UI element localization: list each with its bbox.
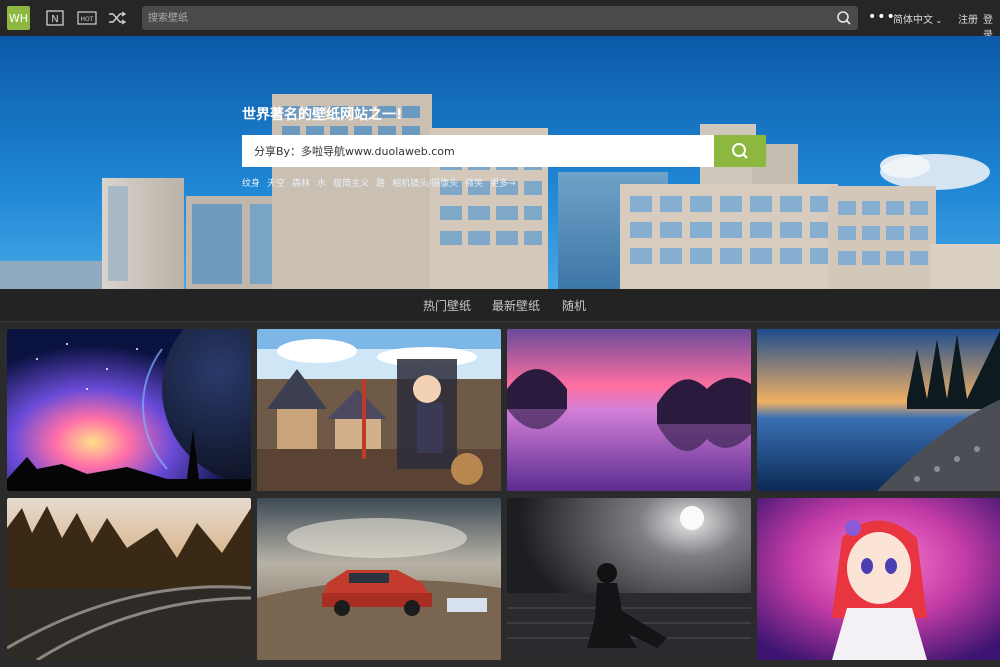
wallpaper-grid: [0, 322, 1000, 667]
wallpaper-thumbnail[interactable]: [257, 498, 501, 660]
tag-link[interactable]: 天空: [267, 176, 285, 189]
wallpaper-thumbnail[interactable]: [757, 498, 1000, 660]
tag-link[interactable]: 森林: [292, 176, 310, 189]
register-link[interactable]: 注册: [958, 11, 978, 26]
tag-link[interactable]: 纹身: [242, 176, 260, 189]
wallpaper-thumbnail[interactable]: [7, 329, 251, 491]
tag-link[interactable]: 微笑: [465, 176, 483, 189]
search-icon: [732, 143, 748, 159]
wallpaper-thumbnail[interactable]: [507, 329, 751, 491]
hero-title: 世界著名的壁纸网站之一!: [242, 107, 403, 123]
tag-more-link[interactable]: 更多→: [490, 176, 516, 189]
site-logo[interactable]: WH: [7, 6, 30, 30]
top-navbar: WH N HOT ••• 简体中文 ⌄ 注册 登录: [0, 0, 1000, 41]
svg-text:N: N: [51, 14, 58, 25]
wallpaper-thumbnail[interactable]: [757, 329, 1000, 491]
language-selector[interactable]: 简体中文 ⌄: [893, 11, 942, 26]
language-label: 简体中文: [893, 15, 933, 26]
tab-hot-wallpapers[interactable]: 热门壁纸: [423, 297, 471, 314]
wallpaper-thumbnail[interactable]: [507, 498, 751, 660]
shuffle-icon[interactable]: [107, 10, 127, 26]
tag-link[interactable]: 相机镜头/摄像头: [392, 176, 458, 189]
hero-banner: 世界著名的壁纸网站之一! 纹身 天空 森林 水 极简主义 路 相机镜头/摄像头 …: [0, 36, 1000, 289]
top-search-input[interactable]: [148, 9, 828, 27]
top-search-box: [142, 6, 858, 30]
tab-latest-wallpapers[interactable]: 最新壁纸: [492, 297, 540, 314]
hero-search-box: [242, 135, 766, 167]
tag-link[interactable]: 路: [376, 176, 385, 189]
purple-lake-sunset-image: [507, 329, 751, 491]
svg-text:HOT: HOT: [81, 16, 94, 23]
anime-girl-pink-image: [757, 498, 1000, 660]
tab-random[interactable]: 随机: [562, 297, 586, 314]
catwoman-dark-image: [507, 498, 751, 660]
search-icon[interactable]: [836, 10, 852, 26]
hero-search-input[interactable]: [254, 142, 704, 160]
wallpaper-thumbnail[interactable]: [7, 498, 251, 660]
new-icon[interactable]: N: [45, 10, 65, 26]
category-tabs: 热门壁纸 最新壁纸 随机: [0, 289, 1000, 322]
wallpaper-thumbnail[interactable]: [257, 329, 501, 491]
more-menu-button[interactable]: •••: [868, 10, 896, 24]
hero-search-button[interactable]: [714, 135, 766, 167]
tag-link[interactable]: 极简主义: [333, 176, 369, 189]
tag-link[interactable]: 水: [317, 176, 326, 189]
galaxy-planet-image: [7, 329, 251, 491]
hero-tag-list: 纹身 天空 森林 水 极简主义 路 相机镜头/摄像头 微笑 更多→: [242, 176, 516, 189]
anime-castle-town-image: [257, 329, 501, 491]
red-car-landscape-image: [257, 498, 501, 660]
railway-forest-autumn-image: [7, 498, 251, 660]
hot-icon[interactable]: HOT: [77, 10, 97, 26]
blue-shore-sunset-image: [757, 329, 1000, 491]
chevron-down-icon: ⌄: [933, 16, 943, 25]
